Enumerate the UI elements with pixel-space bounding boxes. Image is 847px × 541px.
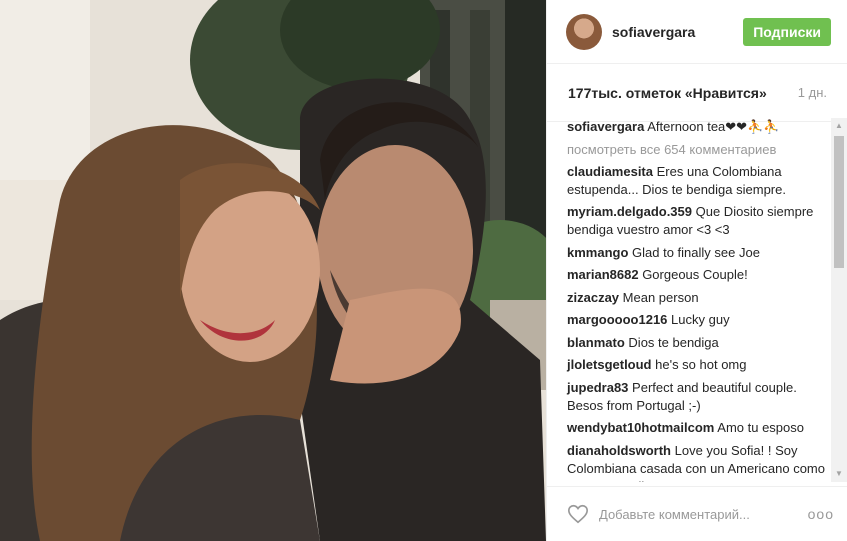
post-time[interactable]: 1 дн.: [798, 85, 827, 100]
comment-username[interactable]: jupedra83: [567, 380, 628, 395]
post-author-username[interactable]: sofiavergara: [612, 24, 743, 40]
comment-username[interactable]: zizaczay: [567, 290, 619, 305]
comment-item: jloletsgetloud he's so hot omg: [567, 356, 833, 374]
comment-item: myriam.delgado.359 Que Diosito siempre b…: [567, 203, 833, 239]
comment-item: jupedra83 Perfect and beautiful couple. …: [567, 379, 833, 415]
comment-username[interactable]: wendybat10hotmailcom: [567, 420, 714, 435]
comment-item: marian8682 Gorgeous Couple!: [567, 266, 833, 284]
comment-username[interactable]: myriam.delgado.359: [567, 204, 692, 219]
comment-item: dianaholdsworth Love you Sofia! ! Soy Co…: [567, 442, 833, 483]
post-footer: Добавьте комментарий... ooo: [547, 486, 847, 541]
comment-text: Amo tu esposo: [717, 420, 804, 435]
scrollbar-thumb[interactable]: [834, 136, 844, 268]
comment-item: blanmato Dios te bendiga: [567, 334, 833, 352]
comments-list[interactable]: sofiavergara Afternoon tea❤❤⛹⛹ посмотрет…: [547, 112, 833, 482]
caption-username[interactable]: sofiavergara: [567, 119, 644, 134]
post-header: sofiavergara Подписки: [547, 0, 847, 64]
comment-text: Gorgeous Couple!: [642, 267, 748, 282]
comment-item: wendybat10hotmailcom Amo tu esposo: [567, 419, 833, 437]
comment-username[interactable]: blanmato: [567, 335, 625, 350]
comment-item: zizaczay Mean person: [567, 289, 833, 307]
comment-text: Dios te bendiga: [628, 334, 719, 350]
heart-icon[interactable]: [567, 503, 589, 525]
comment-item: margooooo1216 Lucky guy: [567, 311, 833, 329]
comment-text: Mean person: [622, 289, 699, 305]
comment-item: claudiamesita Eres una Colombiana estupe…: [567, 163, 833, 199]
post-photo[interactable]: [0, 0, 546, 541]
comment-username[interactable]: marian8682: [567, 267, 639, 282]
comment-text: he's so hot omg: [655, 357, 747, 372]
comment-username[interactable]: claudiamesita: [567, 164, 653, 179]
comment-text: Glad to finally see Joe: [632, 244, 760, 260]
comment-text: Lucky guy: [671, 312, 730, 327]
post-photo-image: [0, 0, 546, 541]
scroll-up-arrow-icon[interactable]: ▲: [831, 118, 847, 134]
instagram-post-modal: sofiavergara Подписки 177тыс. отметок «Н…: [0, 0, 847, 541]
caption-text: Afternoon tea❤❤⛹⛹: [647, 119, 780, 134]
more-options-icon[interactable]: ooo: [808, 506, 834, 522]
avatar[interactable]: [566, 13, 602, 50]
scroll-down-arrow-icon[interactable]: ▼: [831, 466, 847, 482]
comment-username[interactable]: kmmango: [567, 245, 628, 260]
comment-username[interactable]: jloletsgetloud: [567, 357, 652, 372]
comment-username[interactable]: dianaholdsworth: [567, 443, 671, 458]
view-all-comments-link[interactable]: посмотреть все 654 комментариев: [567, 141, 833, 159]
follow-button[interactable]: Подписки: [743, 17, 831, 46]
comment-item: kmmango Glad to finally see Joe: [567, 244, 833, 262]
add-comment-input[interactable]: Добавьте комментарий...: [599, 507, 808, 522]
comment-username[interactable]: margooooo1216: [567, 312, 667, 327]
caption: sofiavergara Afternoon tea❤❤⛹⛹: [567, 118, 833, 136]
comments-scrollbar[interactable]: ▲ ▼: [831, 118, 847, 482]
likes-count[interactable]: 177тыс. отметок «Нравится»: [568, 85, 798, 101]
post-side-panel: sofiavergara Подписки 177тыс. отметок «Н…: [546, 0, 847, 541]
